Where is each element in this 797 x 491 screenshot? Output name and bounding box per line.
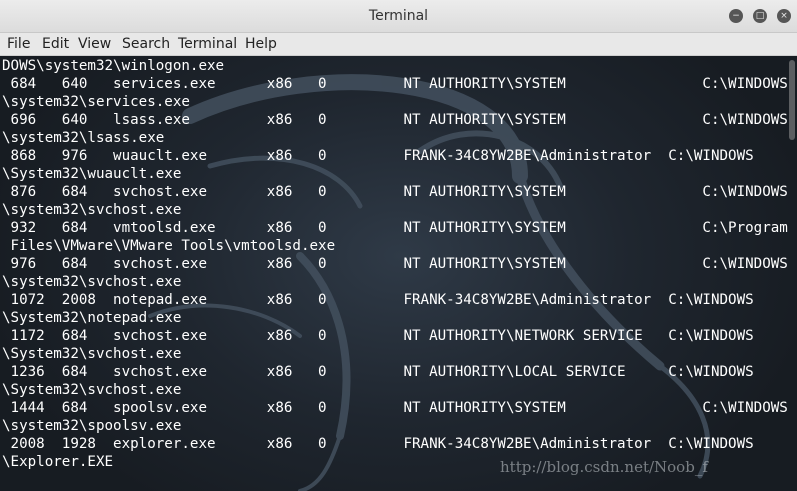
terminal-line: \System32\wuauclt.exe — [2, 166, 182, 182]
menu-file[interactable]: File — [7, 33, 30, 55]
terminal-line: DOWS\system32\winlogon.exe — [2, 58, 225, 74]
maximize-icon[interactable]: □ — [753, 9, 767, 23]
scrollbar[interactable] — [789, 60, 795, 140]
terminal-line: \system32\services.exe — [2, 94, 190, 110]
terminal-line: 2008 1928 explorer.exe x86 0 FRANK-34C8Y… — [2, 436, 754, 452]
terminal-line: 684 640 services.exe x86 0 NT AUTHORITY\… — [2, 76, 788, 92]
terminal-line: 1444 684 spoolsv.exe x86 0 NT AUTHORITY\… — [2, 400, 788, 416]
terminal-line: Files\VMware\VMware Tools\vmtoolsd.exe — [2, 238, 336, 254]
terminal-line: \System32\svchost.exe — [2, 382, 182, 398]
terminal-line: \Explorer.EXE — [2, 454, 114, 470]
menu-terminal[interactable]: Terminal — [178, 33, 237, 55]
terminal-line: \System32\svchost.exe — [2, 346, 182, 362]
terminal-line: 1072 2008 notepad.exe x86 0 FRANK-34C8YW… — [2, 292, 754, 308]
terminal-line: 876 684 svchost.exe x86 0 NT AUTHORITY\S… — [2, 184, 788, 200]
terminal-line: 1236 684 svchost.exe x86 0 NT AUTHORITY\… — [2, 364, 754, 380]
terminal-line: 1172 684 svchost.exe x86 0 NT AUTHORITY\… — [2, 328, 754, 344]
terminal-window: Terminal − □ × File Edit View Search Ter… — [0, 0, 797, 491]
terminal-line: \System32\notepad.exe — [2, 310, 182, 326]
menu-search[interactable]: Search — [122, 33, 170, 55]
title-bar[interactable]: Terminal − □ × — [0, 0, 797, 33]
terminal-line: 932 684 vmtoolsd.exe x86 0 NT AUTHORITY\… — [2, 220, 788, 236]
terminal-line: 696 640 lsass.exe x86 0 NT AUTHORITY\SYS… — [2, 112, 788, 128]
menu-edit[interactable]: Edit — [42, 33, 69, 55]
minimize-icon[interactable]: − — [729, 9, 743, 23]
terminal-line: \system32\lsass.exe — [2, 130, 165, 146]
menu-view[interactable]: View — [78, 33, 111, 55]
window-title: Terminal — [368, 8, 429, 24]
terminal-line: \system32\svchost.exe — [2, 202, 182, 218]
close-icon[interactable]: × — [777, 9, 791, 23]
menu-bar: File Edit View Search Terminal Help — [0, 33, 797, 56]
terminal-output[interactable]: DOWS\system32\winlogon.exe 684 640 servi… — [0, 56, 797, 491]
watermark: http://blog.csdn.net/Noob_f — [500, 458, 708, 476]
terminal-line: \system32\spoolsv.exe — [2, 418, 182, 434]
menu-help[interactable]: Help — [245, 33, 277, 55]
terminal-line: \system32\svchost.exe — [2, 274, 182, 290]
terminal-line: 976 684 svchost.exe x86 0 NT AUTHORITY\S… — [2, 256, 788, 272]
terminal-line: 868 976 wuauclt.exe x86 0 FRANK-34C8YW2B… — [2, 148, 754, 164]
